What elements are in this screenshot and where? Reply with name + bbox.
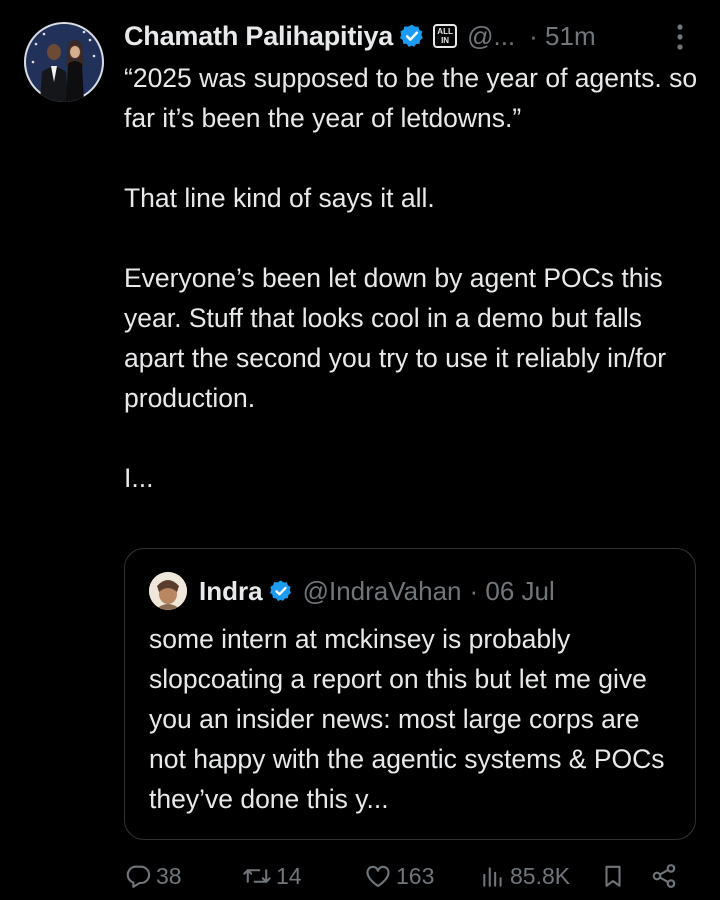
like-icon <box>364 862 392 890</box>
share-icon <box>650 862 678 890</box>
like-button[interactable]: 163 <box>364 856 434 896</box>
repost-count: 14 <box>276 862 302 889</box>
quoted-tweet-date: · 06 Jul <box>469 575 555 606</box>
views-icon <box>480 862 506 890</box>
quoted-author-name[interactable]: Indra <box>199 576 263 607</box>
reply-count: 38 <box>156 862 182 889</box>
quoted-tweet-header: Indra @IndraVahan · 06 Jul <box>149 571 555 611</box>
verified-icon <box>269 579 293 603</box>
avatar-photo <box>24 22 104 102</box>
repost-button[interactable]: 14 <box>242 856 302 896</box>
tweet-time[interactable]: · 51m <box>529 21 595 52</box>
views-count: 85.8K <box>510 862 571 889</box>
more-icon[interactable] <box>672 22 692 54</box>
verified-icon <box>399 23 425 49</box>
quoted-tweet-card[interactable]: Indra @IndraVahan · 06 Jul some intern a… <box>124 548 696 840</box>
tweet-header: Chamath Palihapitiya ALL IN @... · 51m <box>124 14 692 58</box>
affiliation-badge[interactable]: ALL IN <box>433 24 458 48</box>
author-handle[interactable]: @... <box>467 21 515 52</box>
author-avatar[interactable] <box>24 22 104 102</box>
reply-button[interactable]: 38 <box>124 856 182 896</box>
bookmark-button[interactable] <box>600 856 626 896</box>
quoted-tweet-text: some intern at mckinsey is probably slop… <box>149 624 665 814</box>
share-button[interactable] <box>650 856 678 896</box>
reply-icon <box>124 862 152 890</box>
repost-icon <box>242 862 272 890</box>
quoted-author-avatar[interactable] <box>149 572 187 610</box>
tweet-body: “2025 was supposed to be the year of age… <box>124 58 704 498</box>
like-count: 163 <box>396 862 435 889</box>
bookmark-icon <box>600 862 626 890</box>
tweet-paragraph-1: “2025 was supposed to be the year of age… <box>124 63 698 133</box>
tweet-paragraph-3: Everyone’s been let down by agent POCs t… <box>124 263 667 413</box>
tweet-paragraph-4[interactable]: I... <box>124 458 704 498</box>
author-name[interactable]: Chamath Palihapitiya <box>124 21 393 52</box>
affiliation-badge-top: ALL <box>437 27 453 36</box>
tweet-actions-bar: 38 14 163 85.8K <box>124 856 684 896</box>
quoted-author-handle[interactable]: @IndraVahan <box>303 576 462 607</box>
views-button[interactable]: 85.8K <box>480 856 570 896</box>
affiliation-badge-bottom: IN <box>441 36 450 45</box>
tweet-paragraph-2: That line kind of says it all. <box>124 183 435 213</box>
